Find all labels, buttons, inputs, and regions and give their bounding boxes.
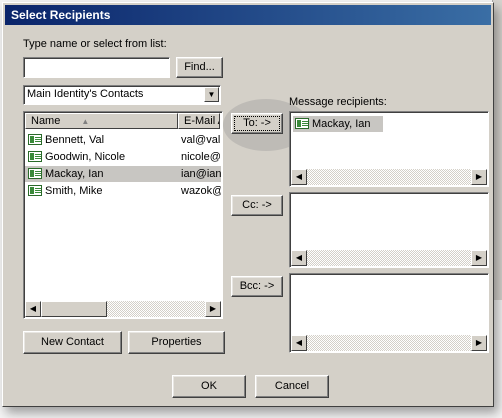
- cc-recipients-list[interactable]: ◀ ▶: [289, 192, 489, 268]
- scroll-right-icon[interactable]: ▶: [205, 301, 221, 317]
- contact-row-selected[interactable]: Mackay, Ian ian@ian: [25, 166, 221, 182]
- find-button[interactable]: Find...: [176, 57, 223, 78]
- bcc-button[interactable]: Bcc: ->: [231, 276, 283, 297]
- scroll-left-icon[interactable]: ◀: [291, 250, 307, 266]
- contact-card-icon: [28, 184, 42, 196]
- scroll-left-icon[interactable]: ◀: [25, 301, 41, 317]
- recipient-item[interactable]: Mackay, Ian: [293, 116, 383, 132]
- cc-button[interactable]: Cc: ->: [231, 195, 283, 216]
- select-recipients-dialog: Select Recipients Type name or select fr…: [2, 2, 494, 407]
- search-label: Type name or select from list:: [23, 38, 167, 50]
- to-recipients-list[interactable]: Mackay, Ian ◀ ▶: [289, 111, 489, 187]
- search-input[interactable]: [23, 57, 170, 78]
- properties-button[interactable]: Properties: [128, 331, 225, 354]
- cancel-button[interactable]: Cancel: [255, 375, 329, 398]
- contact-row[interactable]: Goodwin, Nicole nicole@: [25, 149, 221, 165]
- new-contact-button[interactable]: New Contact: [23, 331, 122, 354]
- scroll-right-icon[interactable]: ▶: [471, 250, 487, 266]
- contact-name: Mackay, Ian: [45, 168, 104, 180]
- scroll-left-icon[interactable]: ◀: [291, 169, 307, 185]
- column-header-email[interactable]: E-Mail A: [178, 113, 220, 129]
- contact-card-icon: [295, 117, 309, 129]
- cc-hscrollbar[interactable]: ◀ ▶: [291, 250, 487, 266]
- ok-button[interactable]: OK: [172, 375, 246, 398]
- to-hscrollbar[interactable]: ◀ ▶: [291, 169, 487, 185]
- contact-card-icon: [28, 133, 42, 145]
- bcc-hscrollbar[interactable]: ◀ ▶: [291, 335, 487, 351]
- dialog-title: Select Recipients: [5, 5, 491, 25]
- contacts-list[interactable]: Name ▲ E-Mail A Bennett, Val val@val Goo…: [23, 111, 223, 319]
- address-book-select[interactable]: Main Identity's Contacts ▼: [23, 85, 221, 105]
- column-header-name[interactable]: Name ▲: [25, 113, 178, 129]
- to-button[interactable]: To: ->: [231, 113, 283, 134]
- contact-email: val@val: [181, 134, 221, 146]
- contact-email: ian@ian: [181, 168, 221, 180]
- contact-email: wazok@: [181, 185, 221, 197]
- contact-email: nicole@: [181, 151, 221, 163]
- contact-row[interactable]: Bennett, Val val@val: [25, 132, 221, 148]
- scroll-right-icon[interactable]: ▶: [471, 169, 487, 185]
- scroll-right-icon[interactable]: ▶: [471, 335, 487, 351]
- scroll-thumb[interactable]: [41, 301, 107, 317]
- bcc-recipients-list[interactable]: ◀ ▶: [289, 273, 489, 353]
- contact-card-icon: [28, 150, 42, 162]
- recipient-name: Mackay, Ian: [312, 118, 371, 130]
- contact-row[interactable]: Smith, Mike wazok@: [25, 183, 221, 199]
- contacts-hscrollbar[interactable]: ◀ ▶: [25, 301, 221, 317]
- contact-name: Bennett, Val: [45, 134, 105, 146]
- address-book-value: Main Identity's Contacts: [27, 88, 144, 100]
- recipients-label: Message recipients:: [289, 96, 387, 108]
- contact-name: Smith, Mike: [45, 185, 103, 197]
- scroll-left-icon[interactable]: ◀: [291, 335, 307, 351]
- contact-card-icon: [28, 167, 42, 179]
- contact-name: Goodwin, Nicole: [45, 151, 126, 163]
- sort-ascending-icon: ▲: [81, 117, 90, 126]
- chevron-down-icon[interactable]: ▼: [204, 87, 219, 102]
